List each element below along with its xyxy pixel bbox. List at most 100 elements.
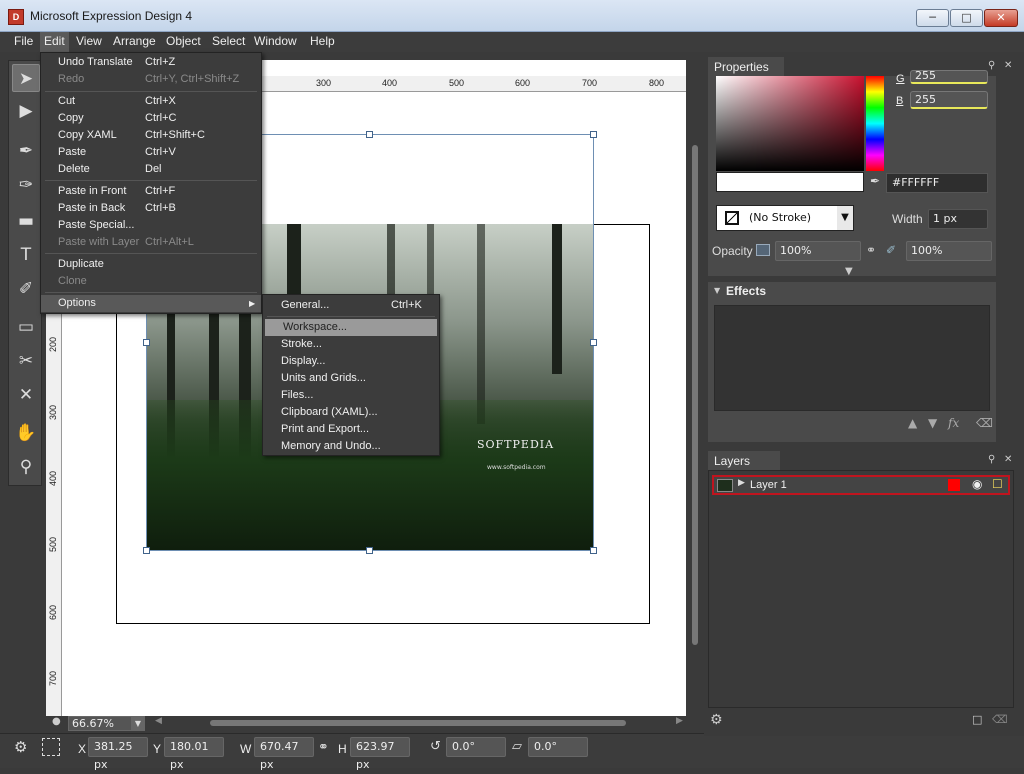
close-panel-icon[interactable]: ✕: [1004, 60, 1012, 71]
resize-handle[interactable]: [366, 131, 373, 138]
expand-chevron-icon[interactable]: ▼: [845, 266, 853, 277]
b-channel-field[interactable]: 255: [910, 91, 988, 109]
close-button[interactable]: ✕: [984, 9, 1018, 27]
paintbrush-icon[interactable]: ✒: [12, 137, 40, 165]
tab-properties[interactable]: Properties: [708, 57, 784, 77]
link-icon[interactable]: ⚭: [318, 740, 329, 755]
stroke-dropdown[interactable]: (No Stroke) ▼: [716, 205, 854, 231]
eyedropper-icon[interactable]: ✒: [866, 174, 884, 192]
expand-layer-icon[interactable]: ▶: [738, 478, 745, 488]
resize-handle[interactable]: [590, 547, 597, 554]
menu-item-memory-and-undo[interactable]: Memory and Undo...: [263, 438, 439, 455]
collapse-triangle-icon[interactable]: ▼: [714, 286, 720, 295]
stroke-opacity-field[interactable]: 100%: [906, 241, 992, 261]
zoom-field[interactable]: 66.67%: [68, 716, 133, 731]
x-field[interactable]: 381.25 px: [88, 737, 148, 771]
fx-icon[interactable]: fx: [948, 416, 959, 430]
minimize-button[interactable]: ─: [916, 9, 949, 27]
scissors-icon[interactable]: ✂: [12, 347, 40, 375]
fill-opacity-field[interactable]: 100%: [775, 241, 861, 261]
menu-arrange[interactable]: Arrange: [109, 32, 160, 52]
new-layer-icon[interactable]: □: [972, 713, 982, 726]
vertical-scroll-thumb[interactable]: [692, 145, 698, 645]
zoom-icon[interactable]: ⚲: [12, 453, 40, 481]
menu-view[interactable]: View: [72, 32, 106, 52]
direct-selection-icon[interactable]: ▶: [12, 97, 40, 125]
menu-item-paste-special[interactable]: Paste Special...: [41, 217, 261, 234]
menu-item-print-and-export[interactable]: Print and Export...: [263, 421, 439, 438]
close-panel-icon[interactable]: ✕: [1004, 454, 1012, 465]
menu-item-display[interactable]: Display...: [263, 353, 439, 370]
resize-handle[interactable]: [590, 131, 597, 138]
scroll-left-icon[interactable]: ◀: [155, 716, 162, 726]
move-down-icon[interactable]: ▼: [928, 416, 937, 430]
menu-item-clipboard-xaml[interactable]: Clipboard (XAML)...: [263, 404, 439, 421]
gear-icon[interactable]: ⚙: [14, 738, 27, 756]
menu-object[interactable]: Object: [162, 32, 205, 52]
delete-effect-icon[interactable]: ⌫: [976, 416, 993, 430]
height-field[interactable]: 623.97 px: [350, 737, 410, 771]
resize-handle[interactable]: [590, 339, 597, 346]
hand-icon[interactable]: ✋: [12, 419, 40, 447]
menu-item-paste-in-back[interactable]: Paste in Back Ctrl+B: [41, 200, 261, 217]
eraser-icon[interactable]: ▭: [12, 313, 40, 341]
registration-point-icon[interactable]: [42, 738, 60, 756]
pen-icon[interactable]: ✑: [12, 171, 40, 199]
menu-item-delete[interactable]: Delete Del: [41, 161, 261, 178]
pin-icon[interactable]: ⚲: [988, 60, 995, 71]
menu-item-files[interactable]: Files...: [263, 387, 439, 404]
rectangle-icon[interactable]: ▬: [12, 207, 40, 235]
pin-icon[interactable]: ⚲: [988, 454, 995, 465]
hex-color-field[interactable]: #FFFFFF: [886, 173, 988, 193]
menu-window[interactable]: Window: [250, 32, 301, 52]
menu-item-stroke[interactable]: Stroke...: [263, 336, 439, 353]
menu-item-copy[interactable]: Copy Ctrl+C: [41, 110, 261, 127]
rotation-field[interactable]: 0.0°: [446, 737, 506, 757]
tab-layers[interactable]: Layers: [708, 451, 780, 471]
current-color-swatch[interactable]: [716, 172, 864, 192]
selection-icon[interactable]: ➤: [12, 64, 40, 92]
menu-item-duplicate[interactable]: Duplicate: [41, 256, 261, 273]
menu-item-units-and-grids[interactable]: Units and Grids...: [263, 370, 439, 387]
y-field[interactable]: 180.01 px: [164, 737, 224, 771]
b-spline-icon[interactable]: ✐: [12, 275, 40, 303]
move-up-icon[interactable]: ▲: [908, 416, 917, 430]
menu-item-cut[interactable]: Cut Ctrl+X: [41, 93, 261, 110]
layer-options-gear-icon[interactable]: ⚙: [710, 712, 723, 728]
width-field[interactable]: 670.47 px: [254, 737, 314, 771]
resize-handle[interactable]: [143, 339, 150, 346]
layer-name[interactable]: Layer 1: [750, 479, 787, 491]
resize-handle[interactable]: [366, 547, 373, 554]
color-picker-field[interactable]: [716, 76, 864, 171]
menu-item-workspace[interactable]: Workspace...: [265, 319, 437, 336]
menu-item-paste[interactable]: Paste Ctrl+V: [41, 144, 261, 161]
link-icon[interactable]: ⚭: [866, 243, 876, 257]
eyedropper-icon[interactable]: ✕: [12, 381, 40, 409]
visibility-eye-icon[interactable]: ◉: [972, 477, 982, 491]
hue-slider[interactable]: [866, 76, 884, 171]
skew-field[interactable]: 0.0°: [528, 737, 588, 757]
menu-file[interactable]: File: [10, 32, 37, 52]
lock-icon[interactable]: ☐: [992, 477, 1003, 491]
g-channel-field[interactable]: 255: [910, 70, 988, 84]
layer-color-swatch[interactable]: [948, 479, 960, 491]
resize-handle[interactable]: [143, 547, 150, 554]
menu-item-options[interactable]: Options ▶: [41, 295, 261, 312]
layer-row[interactable]: ▶ Layer 1 ◉ ☐: [712, 475, 1010, 495]
menu-item-copy-xaml[interactable]: Copy XAML Ctrl+Shift+C: [41, 127, 261, 144]
scroll-right-icon[interactable]: ▶: [676, 716, 683, 726]
horizontal-scroll-thumb[interactable]: [210, 720, 626, 726]
zoom-dropdown-icon[interactable]: ▼: [131, 716, 145, 731]
maximize-button[interactable]: □: [950, 9, 983, 27]
menu-select[interactable]: Select: [208, 32, 249, 52]
stroke-width-field[interactable]: 1 px: [928, 209, 988, 229]
effects-list[interactable]: [714, 305, 990, 411]
text-icon[interactable]: T: [12, 241, 40, 269]
delete-layer-icon[interactable]: ⌫: [992, 713, 1008, 726]
menu-item-general[interactable]: General... Ctrl+K: [263, 297, 439, 314]
menu-edit[interactable]: Edit: [40, 32, 69, 52]
menu-item-paste-in-front[interactable]: Paste in Front Ctrl+F: [41, 183, 261, 200]
menu-help[interactable]: Help: [306, 32, 339, 52]
chevron-down-icon[interactable]: ▼: [837, 206, 853, 230]
menu-item-undo[interactable]: Undo Translate Ctrl+Z: [41, 54, 261, 71]
